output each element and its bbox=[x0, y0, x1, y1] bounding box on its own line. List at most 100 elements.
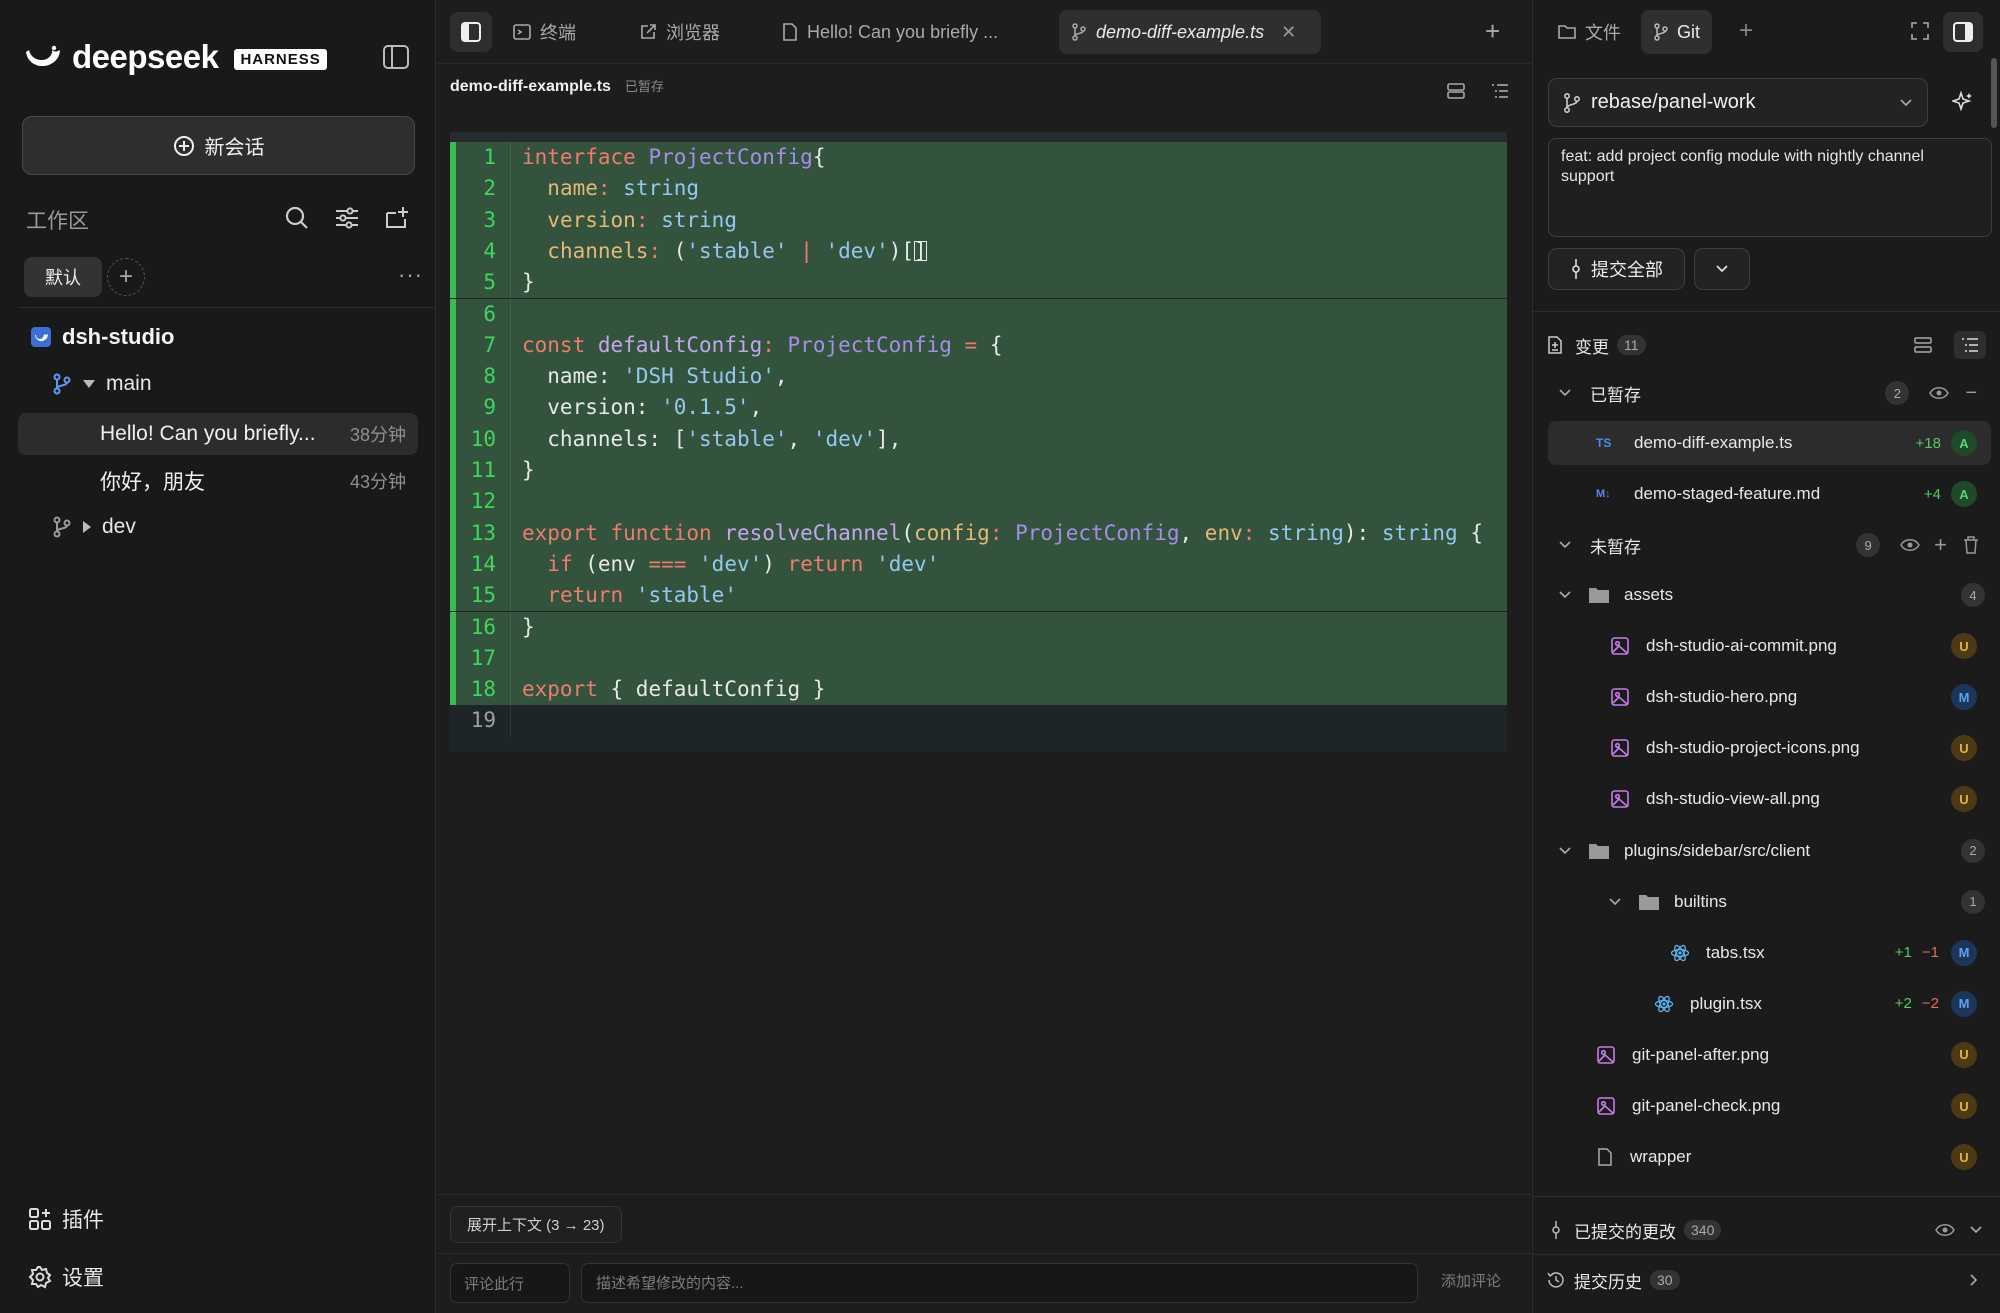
folder-row[interactable]: plugins/sidebar/src/client 2 bbox=[1548, 829, 1991, 873]
code-line[interactable]: 18 export { defaultConfig } bbox=[450, 674, 1507, 706]
discard-all-icon[interactable] bbox=[1963, 536, 1979, 554]
file-header: demo-diff-example.ts 已暂存 bbox=[450, 76, 664, 96]
expand-context-button[interactable]: 展开上下文 (3 → 23) bbox=[450, 1206, 622, 1243]
file-row[interactable]: TS demo-diff-example.ts +18 A bbox=[1548, 421, 1991, 465]
split-view-icon[interactable] bbox=[1446, 82, 1466, 100]
file-row[interactable]: dsh-studio-hero.png M bbox=[1548, 675, 1991, 719]
code-line[interactable]: 13 export function resolveChannel(config:… bbox=[450, 517, 1507, 549]
code-line[interactable]: 10 channels: ['stable', 'dev'], bbox=[450, 423, 1507, 455]
code-line[interactable]: 6 bbox=[450, 298, 1507, 330]
eye-icon[interactable] bbox=[1929, 386, 1950, 400]
fullscreen-icon[interactable] bbox=[1910, 21, 1930, 41]
branch-item-main[interactable]: main bbox=[52, 372, 152, 396]
sidebar: deepseek HARNESS 新会话 工作区 默认 + ··· dsh-st… bbox=[0, 0, 436, 1313]
toggle-right-panel-button[interactable] bbox=[1943, 12, 1983, 52]
commit-message-input[interactable]: feat: add project config module with nig… bbox=[1548, 138, 1992, 237]
branch-item-dev[interactable]: dev bbox=[52, 515, 136, 539]
line-number: 17 bbox=[450, 642, 510, 675]
code-line[interactable]: 1 interface ProjectConfig{ bbox=[450, 142, 1507, 174]
tree-view-icon[interactable] bbox=[1914, 337, 1932, 353]
sidebar-toggle-icon[interactable] bbox=[382, 44, 410, 70]
session-item[interactable]: 你好，朋友 43分钟 bbox=[18, 460, 418, 502]
ai-sparkle-icon[interactable] bbox=[1952, 91, 1974, 113]
file-name: wrapper bbox=[1630, 1147, 1692, 1167]
code-line[interactable]: 5} bbox=[450, 267, 1507, 299]
committed-changes-section[interactable]: 已提交的更改 340 bbox=[1546, 1208, 1989, 1252]
code-editor[interactable]: 1 interface ProjectConfig{2 name: string 3… bbox=[450, 132, 1507, 752]
commit-all-button[interactable]: 提交全部 bbox=[1548, 248, 1685, 290]
stage-all-icon[interactable]: + bbox=[1934, 532, 1947, 558]
file-row[interactable]: tabs.tsx +1 −1 M bbox=[1548, 931, 1991, 975]
more-options-icon[interactable]: ··· bbox=[398, 262, 423, 288]
code-line[interactable]: 14 if (env === 'dev') return 'dev' bbox=[450, 548, 1507, 581]
staged-label: 已暂存 bbox=[1590, 385, 1641, 405]
branch-select[interactable]: rebase/panel-work bbox=[1548, 78, 1928, 127]
project-item[interactable]: dsh-studio bbox=[30, 324, 174, 350]
comment-input[interactable] bbox=[581, 1263, 1418, 1303]
file-row[interactable]: dsh-studio-view-all.png U bbox=[1548, 777, 1991, 821]
code-line[interactable]: 16} bbox=[450, 611, 1507, 643]
search-icon[interactable] bbox=[284, 205, 310, 231]
whale-logo-icon bbox=[26, 45, 60, 67]
eye-icon[interactable] bbox=[1935, 1223, 1955, 1237]
file-row[interactable]: dsh-studio-ai-commit.png U bbox=[1548, 624, 1991, 668]
code-line[interactable]: 8 name: 'DSH Studio', bbox=[450, 361, 1507, 393]
code-line[interactable]: 2 name: string bbox=[450, 173, 1507, 205]
status-badge: M bbox=[1951, 939, 1977, 966]
toggle-panel-button[interactable] bbox=[450, 12, 492, 52]
new-tab-icon[interactable]: + bbox=[1485, 18, 1500, 44]
code-line[interactable]: 7 const defaultConfig: ProjectConfig = { bbox=[450, 329, 1507, 362]
tab-diff-file[interactable]: demo-diff-example.ts ✕ bbox=[1059, 10, 1321, 54]
add-comment-button[interactable]: 添加评论 bbox=[1441, 1270, 1501, 1291]
unstaged-section-header[interactable]: 未暂存 9 + bbox=[1548, 523, 1991, 567]
list-view-icon[interactable] bbox=[1490, 82, 1510, 100]
staged-section-header[interactable]: 已暂存 2 − bbox=[1548, 371, 1991, 415]
code-line[interactable]: 15 return 'stable' bbox=[450, 580, 1507, 612]
tab-terminal[interactable]: 终端 bbox=[501, 10, 588, 54]
scrollbar[interactable] bbox=[1991, 58, 1997, 128]
file-row[interactable]: M↓ demo-staged-feature.md +4 A bbox=[1548, 472, 1991, 516]
code-line[interactable]: 19 bbox=[450, 705, 1507, 737]
file-row[interactable]: git-panel-after.png U bbox=[1548, 1033, 1991, 1077]
tab-files[interactable]: 文件 bbox=[1545, 10, 1633, 54]
new-folder-icon[interactable] bbox=[384, 205, 410, 231]
settings-label: 设置 bbox=[62, 1267, 104, 1290]
settings-nav[interactable]: 设置 bbox=[28, 1262, 104, 1292]
file-row[interactable]: dsh-studio-project-icons.png U bbox=[1548, 726, 1991, 770]
line-number: 10 bbox=[450, 423, 510, 455]
branch-select-value: rebase/panel-work bbox=[1591, 91, 1756, 113]
commit-history-section[interactable]: 提交历史 30 bbox=[1546, 1258, 1989, 1302]
file-row[interactable]: plugin.tsx +2 −2 M bbox=[1548, 982, 1991, 1026]
tab-browser[interactable]: 浏览器 bbox=[627, 10, 732, 54]
workspace-chip-default[interactable]: 默认 bbox=[24, 257, 102, 297]
code-line[interactable]: 12 bbox=[450, 486, 1507, 518]
code-line[interactable]: 11} bbox=[450, 455, 1507, 487]
plugins-nav[interactable]: 插件 bbox=[28, 1204, 104, 1234]
status-badge: U bbox=[1951, 735, 1977, 762]
code-line[interactable]: 4 channels: ('stable' | 'dev')[] bbox=[450, 235, 1507, 268]
list-view-toggle-icon[interactable] bbox=[1954, 331, 1986, 359]
tab-session[interactable]: Hello! Can you briefly ... bbox=[770, 10, 1010, 54]
comment-line-button[interactable]: 评论此行 bbox=[450, 1263, 570, 1303]
unstage-all-icon[interactable]: − bbox=[1965, 382, 1977, 405]
folder-row[interactable]: assets 4 bbox=[1548, 573, 1991, 617]
code-text: export { defaultConfig } bbox=[522, 677, 826, 702]
filter-sliders-icon[interactable] bbox=[334, 205, 360, 231]
committed-label: 已提交的更改 bbox=[1574, 1222, 1676, 1242]
tab-git[interactable]: Git bbox=[1641, 10, 1713, 54]
file-row[interactable]: git-panel-check.png U bbox=[1548, 1084, 1991, 1128]
session-item[interactable]: Hello! Can you briefly... 38分钟 bbox=[18, 413, 418, 455]
add-tab-icon[interactable]: + bbox=[1739, 17, 1753, 45]
folder-row[interactable]: builtins 1 bbox=[1548, 880, 1991, 924]
eye-icon[interactable] bbox=[1900, 538, 1921, 552]
folder-name: plugins/sidebar/src/client bbox=[1624, 840, 1811, 860]
new-chat-button[interactable]: 新会话 bbox=[22, 116, 415, 175]
folder-count: 4 bbox=[1961, 583, 1985, 607]
add-workspace-button[interactable]: + bbox=[107, 258, 145, 296]
code-line[interactable]: 17 bbox=[450, 642, 1507, 675]
file-row[interactable]: wrapper U bbox=[1548, 1135, 1991, 1179]
code-line[interactable]: 9 version: '0.1.5', bbox=[450, 392, 1507, 424]
code-line[interactable]: 3 version: string bbox=[450, 204, 1507, 236]
close-tab-icon[interactable]: ✕ bbox=[1281, 22, 1296, 43]
commit-options-button[interactable] bbox=[1694, 248, 1750, 290]
